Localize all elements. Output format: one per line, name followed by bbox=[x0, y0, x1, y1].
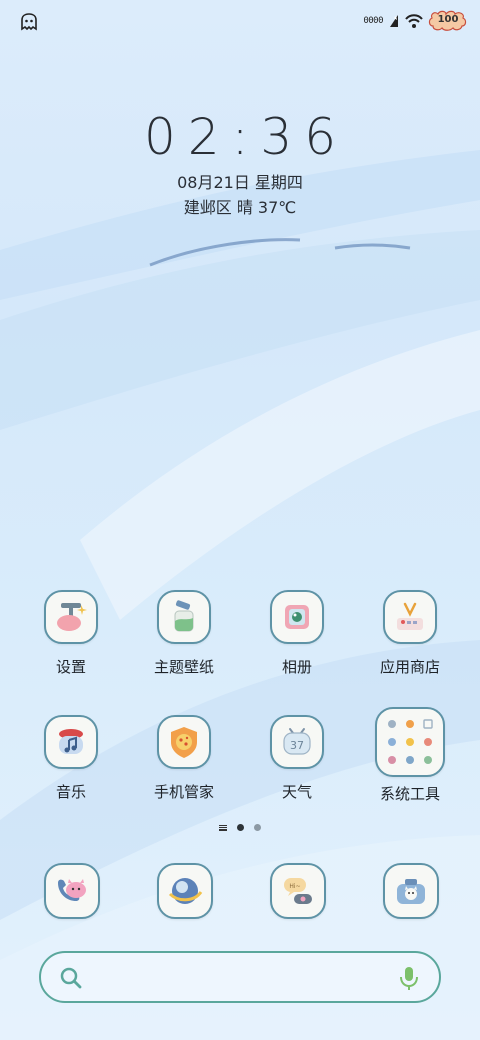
wifi-icon bbox=[405, 14, 423, 28]
search-icon[interactable] bbox=[59, 966, 83, 990]
browser-app-icon bbox=[157, 863, 213, 919]
svg-text:Hi~: Hi~ bbox=[289, 883, 300, 890]
app-label: 应用商店 bbox=[379, 658, 440, 676]
dock-browser[interactable] bbox=[155, 863, 215, 923]
app-label: 系统工具 bbox=[379, 785, 440, 803]
app-weather[interactable]: 37 天气 bbox=[247, 715, 347, 802]
dock-messages[interactable]: Hi~ bbox=[268, 863, 328, 923]
clock-weather[interactable]: 建邺区 晴 37℃ bbox=[0, 194, 480, 218]
page-dot-active bbox=[237, 824, 244, 831]
network-speed: 0000 bbox=[363, 16, 383, 26]
clock-date: 08月21日 星期四 bbox=[177, 173, 303, 192]
app-music[interactable]: 音乐 bbox=[21, 715, 121, 802]
page-dot bbox=[254, 824, 261, 831]
music-app-icon bbox=[44, 715, 98, 769]
app-theme-wallpaper[interactable]: 主题壁纸 bbox=[134, 590, 234, 677]
weather-app-icon: 37 bbox=[270, 715, 324, 769]
dock-phone[interactable] bbox=[42, 863, 102, 923]
settings-app-icon bbox=[44, 590, 98, 644]
search-bar[interactable] bbox=[39, 951, 441, 1003]
battery-icon: 100 bbox=[428, 10, 468, 32]
app-label: 主题壁纸 bbox=[153, 658, 214, 676]
dock-camera[interactable] bbox=[381, 863, 441, 923]
app-store[interactable]: 应用商店 bbox=[360, 590, 460, 677]
notification-ghost-icon bbox=[21, 13, 37, 31]
signal-icon bbox=[390, 15, 398, 27]
phone-app-icon bbox=[44, 863, 100, 919]
status-bar: 0000 100 bbox=[0, 0, 480, 42]
app-phone-manager[interactable]: 手机管家 bbox=[134, 715, 234, 802]
app-store-icon bbox=[383, 590, 437, 644]
app-label: 相册 bbox=[281, 658, 312, 676]
app-label: 手机管家 bbox=[153, 783, 214, 801]
app-system-tools-folder[interactable]: 系统工具 bbox=[360, 707, 460, 804]
app-settings[interactable]: 设置 bbox=[21, 590, 121, 677]
gallery-app-icon bbox=[270, 590, 324, 644]
app-label: 设置 bbox=[55, 658, 86, 676]
microphone-icon[interactable] bbox=[397, 965, 421, 991]
messages-app-icon: Hi~ bbox=[270, 863, 326, 919]
app-label: 天气 bbox=[281, 783, 312, 801]
app-label: 音乐 bbox=[55, 783, 86, 801]
system-tools-folder-icon bbox=[375, 707, 445, 777]
menu-lines-icon bbox=[219, 824, 227, 831]
app-gallery[interactable]: 相册 bbox=[247, 590, 347, 677]
page-indicator[interactable] bbox=[0, 824, 480, 831]
weather-icon-temperature: 37 bbox=[290, 739, 304, 752]
camera-app-icon bbox=[383, 863, 439, 919]
battery-level: 100 bbox=[437, 14, 459, 25]
theme-wallpaper-app-icon bbox=[157, 590, 211, 644]
phone-manager-app-icon bbox=[157, 715, 211, 769]
clock-time[interactable]: 02:36 bbox=[0, 108, 480, 166]
